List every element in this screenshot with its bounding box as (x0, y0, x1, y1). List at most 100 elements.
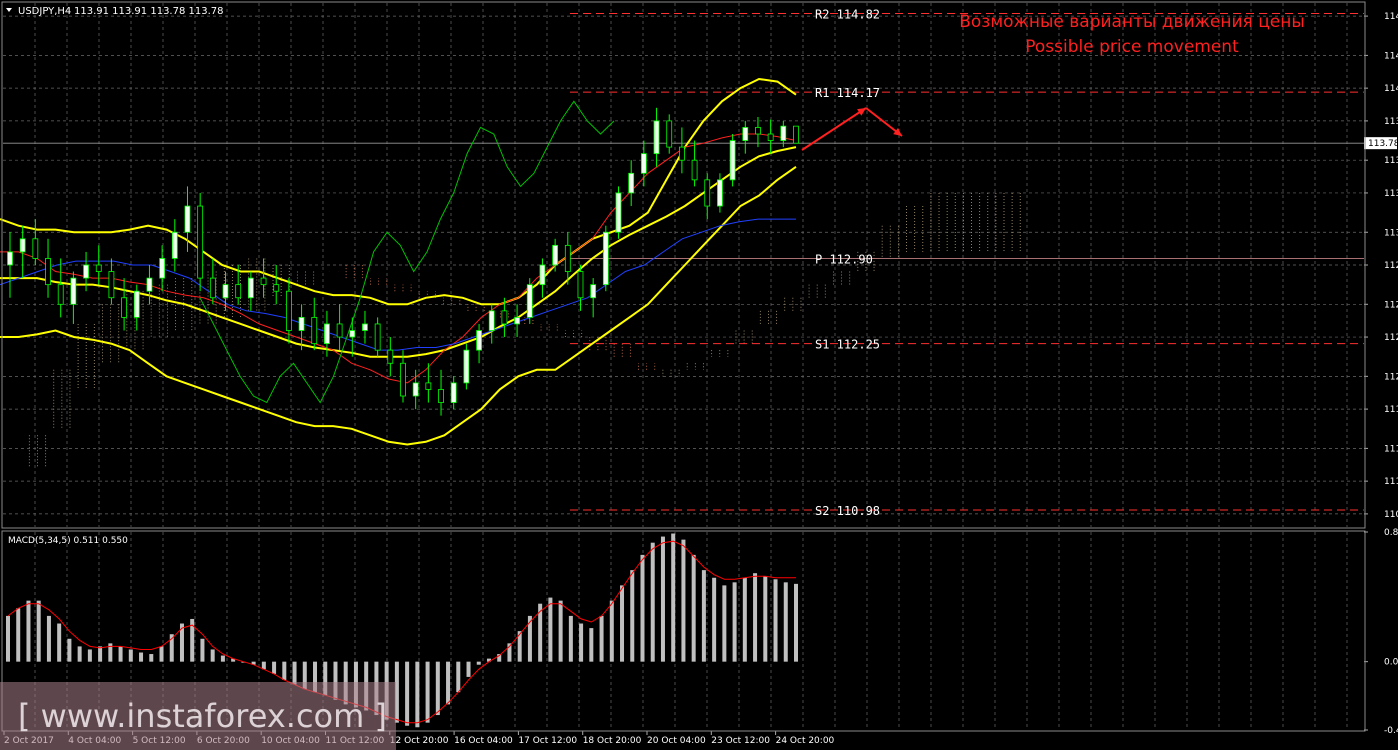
candle-body (539, 264, 546, 286)
candle-body (501, 310, 508, 325)
candle-body (7, 251, 13, 266)
price-tick-label: 113.65 (1384, 156, 1398, 166)
candle-body (577, 271, 584, 299)
candle-body (615, 192, 622, 233)
macd-bar (149, 654, 154, 662)
macd-bar (589, 628, 594, 662)
candle-body (412, 382, 419, 397)
candle-body (32, 238, 39, 259)
candle-body (171, 231, 178, 259)
macd-bar (794, 583, 798, 662)
pivot-label: S1 112.25 (815, 338, 880, 352)
candle-body (57, 284, 64, 305)
candle-body (425, 382, 432, 390)
candle-body (476, 330, 482, 351)
price-tick-label: 113.40 (1384, 189, 1398, 199)
macd-bar (272, 661, 277, 674)
candle-body (197, 205, 204, 279)
macd-bar (87, 649, 92, 662)
candle-body (349, 330, 356, 338)
price-tick-label: 111.20 (1384, 477, 1398, 487)
candle-body (133, 290, 140, 318)
candle-body (463, 349, 470, 384)
candle-body (387, 349, 394, 364)
macd-bar (425, 661, 430, 723)
macd-bar (701, 570, 706, 662)
macd-bar (783, 582, 788, 662)
macd-bar (415, 661, 420, 728)
pivot-label: R1 114.17 (815, 86, 880, 100)
candle-body (742, 127, 749, 141)
candle-body (793, 125, 799, 144)
candle-body (235, 284, 242, 299)
candle-body (729, 140, 736, 181)
macd-bar (26, 600, 31, 662)
candle-body (260, 277, 267, 286)
price-tick-label: 112.55 (1384, 300, 1398, 310)
price-tick-label: 114.75 (1384, 12, 1398, 22)
pivot-label: R2 114.82 (815, 7, 880, 21)
symbol-label: USDJPY,H4 (18, 6, 71, 17)
candle-body (311, 316, 318, 344)
candle-body (438, 389, 444, 403)
price-tick-label: 113.10 (1384, 228, 1398, 238)
macd-bar (640, 554, 645, 662)
candle-body (590, 284, 597, 299)
macd-bar (722, 585, 727, 662)
candle-body (552, 244, 559, 266)
candle-body (324, 323, 330, 345)
price-tick-label: 110.95 (1384, 510, 1398, 520)
candle-body (45, 258, 51, 286)
price-tick-label: 112.00 (1384, 372, 1398, 382)
candle-body (298, 316, 305, 331)
macd-bar (558, 600, 563, 662)
macd-bar (753, 573, 758, 662)
candle-body (222, 284, 229, 299)
annotation-en: Possible price movement (1025, 37, 1239, 57)
macd-bar (435, 661, 440, 716)
candle-body (767, 133, 774, 141)
candle-body (146, 277, 153, 292)
macd-bar (763, 576, 768, 662)
macd-bar (36, 600, 41, 662)
macd-bar (671, 533, 676, 662)
candle-body (691, 159, 698, 181)
macd-bar (200, 638, 205, 662)
price-tick-label: 114.45 (1384, 51, 1398, 61)
annotation-ru: Возможные варианты движения цены (959, 12, 1305, 32)
candle-body (159, 258, 166, 279)
macd-bar (476, 661, 481, 665)
price-tick-label: 112.85 (1384, 261, 1398, 271)
candle-body (70, 277, 77, 305)
macd-bar (548, 597, 553, 662)
time-tick-label: 12 Oct 20:00 (390, 736, 449, 746)
macd-bar (630, 570, 635, 662)
macd-bar (527, 615, 532, 662)
candle-body (628, 172, 635, 194)
candle-body (450, 382, 457, 403)
time-tick-label: 24 Oct 20:00 (776, 736, 835, 746)
macd-bar (139, 652, 144, 662)
chart-canvas: 0.85 0.00 -0.448 R2 114.82 R1 114.17 P 112.9… (0, 0, 1398, 750)
macd-bar (712, 577, 717, 662)
time-tick-label: 23 Oct 12:00 (711, 736, 770, 746)
macd-bar (609, 600, 614, 662)
price-tick-label: 113.95 (1384, 117, 1398, 127)
macd-bar (67, 638, 72, 662)
candle-body (184, 205, 191, 233)
candle-body (336, 323, 343, 338)
time-tick-label: 17 Oct 12:00 (518, 736, 577, 746)
candle-body (374, 323, 381, 351)
macd-tick-label: 0.85 (1384, 528, 1398, 538)
macd-bar (456, 661, 461, 693)
macd-bar (46, 615, 51, 662)
macd-bar (466, 661, 471, 677)
macd-bar (128, 649, 133, 662)
candle-body (362, 323, 368, 331)
candle-body (400, 362, 406, 397)
pivot-label: P 112.90 (815, 252, 873, 266)
candle-body (19, 238, 26, 253)
candle-body (640, 153, 647, 174)
macd-tick-label: -0.448 (1384, 726, 1398, 736)
time-tick-label: 16 Oct 04:00 (454, 736, 513, 746)
